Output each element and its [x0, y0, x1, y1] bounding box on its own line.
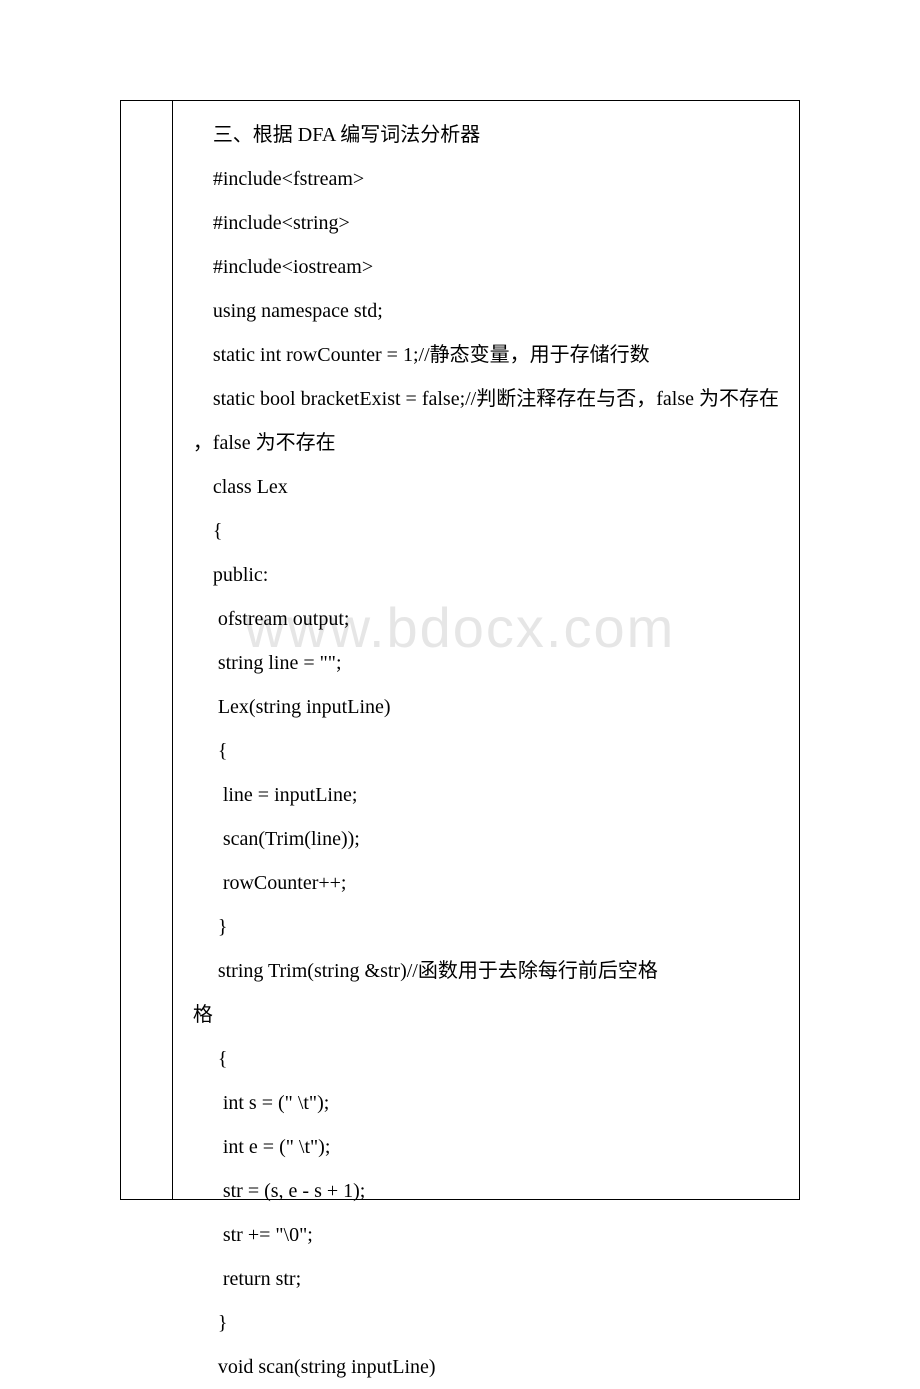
- code-line-wrapped: 格: [193, 993, 779, 1037]
- code-line: string line = "";: [193, 641, 779, 685]
- code-line: 三、根据 DFA 编写词法分析器: [193, 113, 779, 157]
- code-line: #include<iostream>: [193, 245, 779, 289]
- code-line: int s = (" \t");: [193, 1081, 779, 1125]
- code-line: void scan(string inputLine): [193, 1345, 779, 1389]
- code-line: public:: [193, 553, 779, 597]
- code-line: {: [193, 729, 779, 773]
- document-page: www.bdocx.com 三、根据 DFA 编写词法分析器 #include<…: [0, 0, 920, 1302]
- code-line: int e = (" \t");: [193, 1125, 779, 1169]
- code-line: Lex(string inputLine): [193, 685, 779, 729]
- code-line: ofstream output;: [193, 597, 779, 641]
- code-line: }: [193, 1301, 779, 1345]
- code-line: using namespace std;: [193, 289, 779, 333]
- code-line: #include<fstream>: [193, 157, 779, 201]
- code-line: static bool bracketExist = false;//判断注释存…: [193, 377, 779, 421]
- code-line: scan(Trim(line));: [193, 817, 779, 861]
- code-line: static int rowCounter = 1;//静态变量，用于存储行数: [193, 333, 779, 377]
- code-line: string Trim(string &str)//函数用于去除每行前后空格: [193, 949, 779, 993]
- content-table: 三、根据 DFA 编写词法分析器 #include<fstream> #incl…: [120, 100, 800, 1200]
- table-left-column: [121, 101, 173, 1199]
- code-line: class Lex: [193, 465, 779, 509]
- code-line: str = (s, e - s + 1);: [193, 1169, 779, 1213]
- code-line: #include<string>: [193, 201, 779, 245]
- code-line: str += "\0";: [193, 1213, 779, 1257]
- code-line: {: [193, 509, 779, 553]
- code-line: rowCounter++;: [193, 861, 779, 905]
- table-right-column: 三、根据 DFA 编写词法分析器 #include<fstream> #incl…: [173, 101, 799, 1199]
- code-line: line = inputLine;: [193, 773, 779, 817]
- code-line: }: [193, 905, 779, 949]
- code-line: return str;: [193, 1257, 779, 1301]
- code-line: {: [193, 1037, 779, 1081]
- code-line-wrapped: ，false 为不存在: [193, 421, 779, 465]
